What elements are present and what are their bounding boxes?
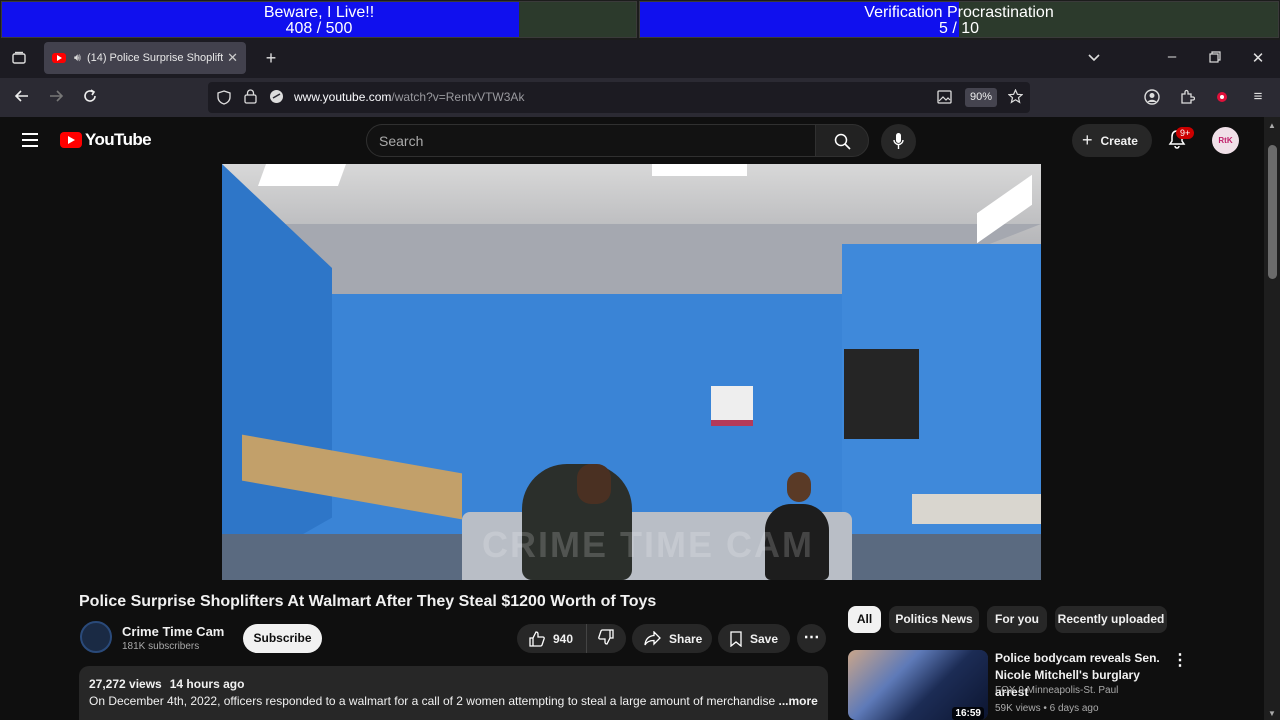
bookmark-icon	[730, 630, 742, 647]
scrollbar-thumb[interactable]	[1268, 145, 1277, 279]
overlay-progress-area: Beware, I Live!! 408 / 500 Verification …	[0, 0, 1280, 40]
speaker-icon[interactable]: 🔊︎	[74, 52, 81, 65]
wall-cabinet	[844, 349, 919, 439]
recommendation-menu-icon[interactable]: ⋮	[1172, 650, 1188, 670]
search-box[interactable]	[366, 124, 816, 157]
search-input[interactable]	[367, 125, 815, 156]
youtube-favicon-icon	[52, 53, 66, 63]
youtube-logo-text: YouTube	[85, 130, 152, 149]
lock-icon[interactable]	[242, 89, 258, 108]
recommendation-thumbnail[interactable]: 16:59	[848, 650, 988, 720]
like-dislike-group: 940	[517, 624, 626, 653]
account-icon[interactable]	[1143, 89, 1161, 109]
wall-sign	[711, 386, 753, 426]
chip-politics-news[interactable]: Politics News	[889, 606, 979, 633]
tab-active[interactable]: 🔊︎ (14) Police Surprise Shoplift ✕	[44, 42, 246, 74]
more-actions-button[interactable]: ⋯	[797, 624, 826, 653]
recommendation-channel[interactable]: FOX 9 Minneapolis-St. Paul	[995, 685, 1118, 696]
permissions-icon[interactable]	[268, 89, 284, 108]
chip-all[interactable]: All	[848, 606, 881, 633]
microphone-icon	[893, 133, 904, 149]
chip-recently-uploaded[interactable]: Recently uploaded	[1055, 606, 1167, 633]
video-duration: 16:59	[952, 707, 984, 720]
video-watermark: CRIME TIME CAM	[482, 524, 814, 565]
browser-nav-bar: www.youtube.com/watch?v=RentvVTW3Ak 90% …	[0, 78, 1280, 117]
chevron-down-icon[interactable]	[1085, 50, 1103, 68]
dislike-button[interactable]	[587, 629, 625, 648]
progress-title: Beware, I Live!!	[263, 4, 375, 21]
like-count: 940	[553, 631, 574, 646]
extensions-icon[interactable]	[1178, 89, 1196, 109]
chip-for-you[interactable]: For you	[987, 606, 1047, 633]
video-title: Police Surprise Shoplifters At Walmart A…	[79, 593, 657, 610]
share-icon	[644, 631, 661, 646]
progress-title: Verification Procrastination	[864, 4, 1054, 21]
create-label: Create	[1100, 133, 1138, 148]
description-box[interactable]: 27,272 views 14 hours ago On December 4th…	[79, 666, 828, 720]
new-tab-icon[interactable]: +	[262, 48, 280, 69]
youtube-logo[interactable]: YouTube	[60, 130, 152, 150]
share-button[interactable]: Share	[632, 624, 712, 653]
like-button[interactable]: 940	[517, 624, 587, 653]
channel-name[interactable]: Crime Time Cam	[122, 624, 224, 639]
save-button[interactable]: Save	[718, 624, 790, 653]
progress-value: 408 / 500	[285, 20, 353, 37]
more-link[interactable]: ...more	[778, 694, 817, 708]
tab-close-icon[interactable]: ✕	[227, 50, 238, 66]
youtube-header: YouTube + Create 9+ RtK	[0, 117, 1264, 164]
plus-icon: +	[1082, 130, 1093, 150]
share-label: Share	[669, 631, 703, 646]
video-player[interactable]: CRIME TIME CAM	[222, 164, 1041, 580]
guide-menu-icon[interactable]	[22, 133, 38, 147]
minimize-icon[interactable]: –	[1164, 48, 1180, 65]
recommendation-views: 59K views • 6 days ago	[995, 703, 1099, 714]
page-scrollbar[interactable]: ▲ ▼	[1264, 117, 1280, 720]
shield-icon[interactable]	[216, 90, 232, 109]
save-label: Save	[750, 631, 779, 646]
forward-icon[interactable]	[47, 88, 65, 108]
progress-bar-verification: Verification Procrastination 5 / 10	[639, 1, 1279, 38]
menu-icon[interactable]: ≡	[1249, 88, 1267, 105]
upload-age: 14 hours ago	[169, 677, 245, 691]
reload-icon[interactable]	[81, 88, 99, 108]
restore-icon[interactable]	[1207, 50, 1223, 67]
tab-title: (14) Police Surprise Shoplift	[86, 52, 224, 64]
youtube-play-icon	[60, 132, 82, 148]
search-button[interactable]	[815, 124, 869, 157]
scroll-down-icon[interactable]: ▼	[1268, 709, 1276, 718]
close-window-icon[interactable]: ✕	[1250, 49, 1266, 67]
notification-badge: 9+	[1176, 127, 1195, 139]
tab-list-icon[interactable]	[10, 50, 28, 70]
back-icon[interactable]	[13, 88, 31, 108]
subscribe-button[interactable]: Subscribe	[243, 624, 322, 653]
progress-value: 5 / 10	[938, 20, 980, 37]
search-icon	[834, 133, 851, 150]
channel-avatar[interactable]	[80, 621, 112, 653]
picture-icon[interactable]	[936, 90, 952, 108]
create-button[interactable]: + Create	[1072, 124, 1152, 157]
view-count: 27,272 views	[89, 677, 162, 691]
subscriber-count: 181K subscribers	[122, 641, 200, 652]
url-bar[interactable]: www.youtube.com/watch?v=RentvVTW3Ak 90%	[208, 82, 1030, 113]
url-text[interactable]: www.youtube.com/watch?v=RentvVTW3Ak	[294, 90, 524, 104]
bookmark-star-icon[interactable]	[1007, 88, 1023, 108]
zoom-level-button[interactable]: 90%	[965, 88, 997, 107]
browser-tab-bar: 🔊︎ (14) Police Surprise Shoplift ✕ + – ✕	[0, 40, 1280, 78]
voice-search-button[interactable]	[881, 124, 916, 159]
description-text: On December 4th, 2022, officers responde…	[89, 694, 779, 708]
scroll-up-icon[interactable]: ▲	[1268, 121, 1276, 130]
thumbs-up-icon	[529, 630, 545, 647]
thumbs-down-icon	[598, 629, 614, 645]
progress-bar-beware: Beware, I Live!! 408 / 500	[1, 1, 637, 38]
extension-record-icon[interactable]	[1214, 90, 1230, 108]
avatar[interactable]: RtK	[1212, 127, 1239, 154]
